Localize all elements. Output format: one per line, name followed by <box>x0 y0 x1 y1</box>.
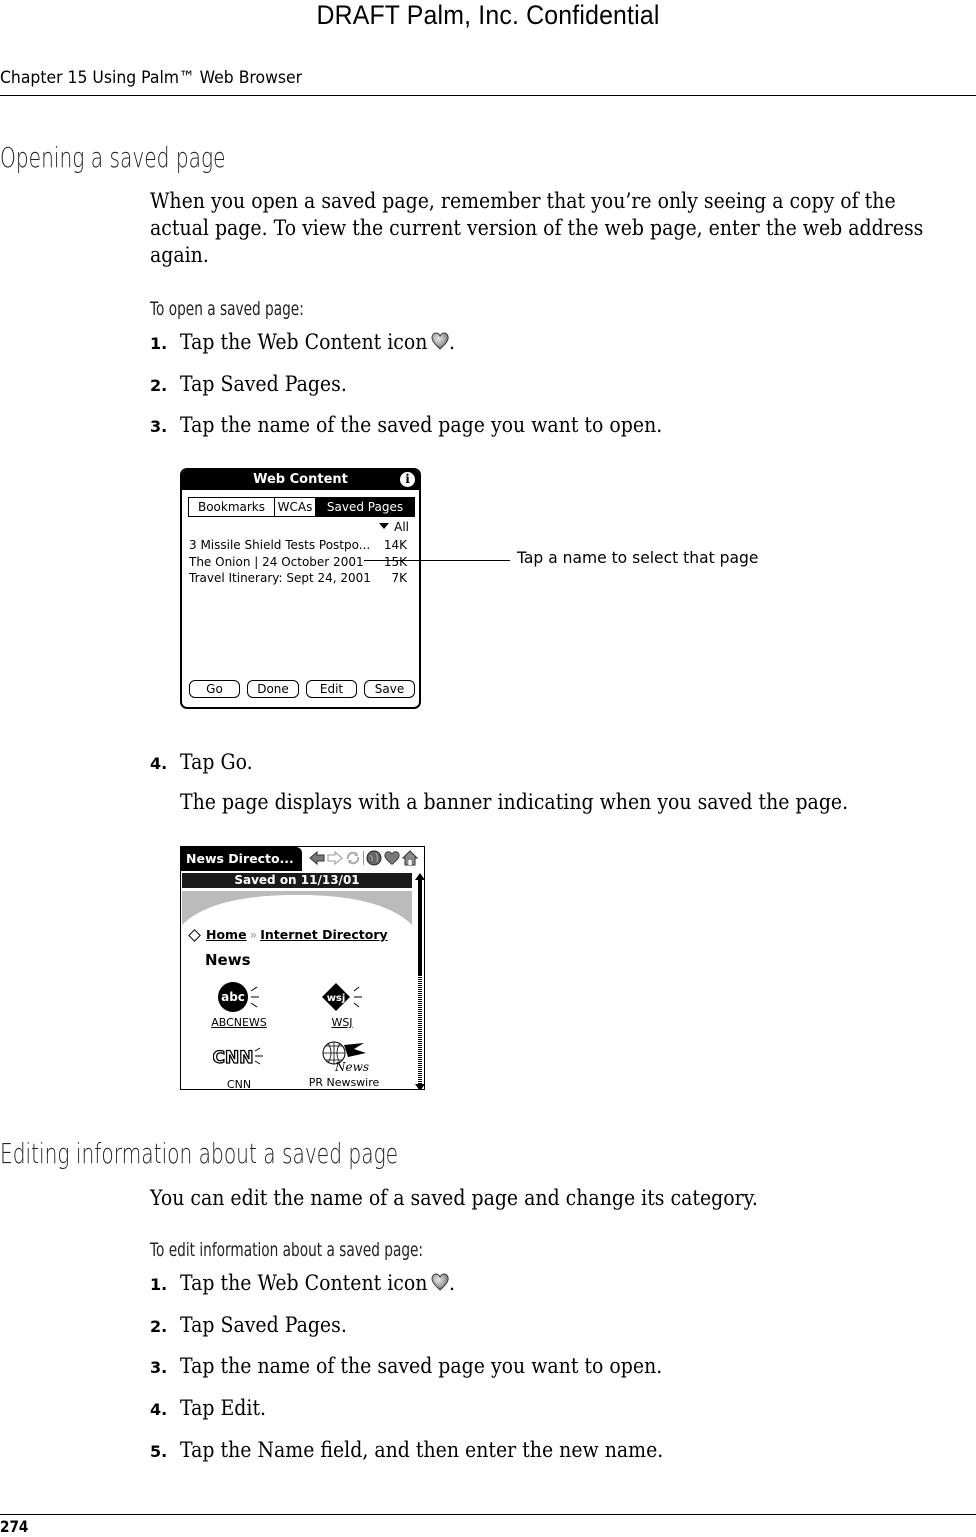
intro-line-3: again. <box>150 243 209 267</box>
web-content-heart-icon <box>431 332 449 350</box>
pr-newswire-link[interactable]: News PR Newswire <box>301 1039 387 1089</box>
screen-title: Web Content <box>182 470 419 490</box>
edit-step-2: 2. Tap Saved Pages. <box>150 1312 365 1340</box>
save-button[interactable]: Save <box>364 680 415 698</box>
open-step-2: 2. Tap Saved Pages. <box>150 371 365 399</box>
step-number: 3. <box>150 1358 168 1377</box>
intro-line-1: When you open a saved page, remember tha… <box>150 189 896 213</box>
list-item[interactable]: The Onion | 24 October 2001 15K <box>189 554 407 571</box>
forward-arrow-icon[interactable] <box>327 850 343 866</box>
go-button[interactable]: Go <box>189 680 240 698</box>
list-item[interactable]: Travel Itinerary: Sept 24, 2001 7K <box>189 570 407 587</box>
breadcrumb-internet-directory-link[interactable]: Internet Directory <box>260 927 387 943</box>
edit-step-5: 5. Tap the Name field, and then enter th… <box>150 1437 717 1465</box>
draft-watermark: DRAFT Palm, Inc. Confidential <box>316 0 660 30</box>
step-text: Tap the Web Content icon <box>180 1271 428 1295</box>
step-number: 2. <box>150 1317 168 1336</box>
saved-page-view-screen: News Directo... Saved on 11/13/01 Home »… <box>180 846 425 1090</box>
step-number: 3. <box>150 417 168 436</box>
step-text: Tap Saved Pages. <box>180 372 347 396</box>
tab-wcas[interactable]: WCAs <box>275 498 316 516</box>
scroll-down-arrow-icon[interactable] <box>415 1084 424 1089</box>
done-button[interactable]: Done <box>247 680 299 698</box>
globe-icon[interactable] <box>366 850 382 866</box>
open-step-3: 3. Tap the name of the saved page you wa… <box>150 412 716 440</box>
edit-step-3: 3. Tap the name of the saved page you wa… <box>150 1353 716 1381</box>
step-number: 1. <box>150 1275 168 1294</box>
scroll-track[interactable] <box>418 975 422 1085</box>
diamond-bullet-icon <box>188 928 201 942</box>
toolbar-divider <box>363 851 364 865</box>
editing-intro: You can edit the name of a saved page an… <box>150 1186 758 1210</box>
tab-bar: Bookmarks WCAs Saved Pages <box>188 497 415 517</box>
wsj-logo-icon: wsj <box>322 983 362 1011</box>
header-arc-graphic <box>182 891 412 931</box>
step-number: 2. <box>150 376 168 395</box>
abcnews-link[interactable]: abc ABCNEWS <box>209 981 269 1029</box>
breadcrumb-home-link[interactable]: Home <box>206 927 247 943</box>
section-heading-editing: Editing information about a saved page <box>0 1137 399 1170</box>
saved-pages-list: 3 Missile Shield Tests Postpo... 14K The … <box>189 537 407 587</box>
tab-saved-pages[interactable]: Saved Pages <box>316 498 414 516</box>
step-text: Tap the name of the saved page you want … <box>180 413 663 437</box>
news-heading: News <box>205 951 251 969</box>
svg-text:News: News <box>334 1060 369 1073</box>
back-arrow-icon[interactable] <box>309 850 325 866</box>
open-step-1: 1. Tap the Web Content icon. <box>150 329 486 357</box>
page-number: 274 <box>0 1517 29 1536</box>
intro-line-2: actual page. To view the current version… <box>150 216 924 240</box>
step-number: 4. <box>150 754 168 773</box>
section-heading-opening: Opening a saved page <box>0 141 226 174</box>
abc-logo-icon: abc <box>218 982 259 1012</box>
home-icon[interactable] <box>402 850 418 866</box>
pr-newswire-logo-icon: News <box>322 1041 369 1074</box>
callout-label: Tap a name to select that page <box>517 548 759 567</box>
scroll-thumb[interactable] <box>418 880 422 975</box>
step-text: Tap the name of the saved page you want … <box>180 1354 663 1378</box>
step-text: Tap the Web Content icon <box>180 330 428 354</box>
step-number: 4. <box>150 1400 168 1419</box>
dropdown-triangle-icon <box>379 523 390 529</box>
step-number: 5. <box>150 1442 168 1461</box>
svg-text:CNN: CNN <box>213 1048 253 1068</box>
wsj-link[interactable]: wsj WSJ <box>317 981 367 1029</box>
step-number: 1. <box>150 334 168 353</box>
svg-text:abc: abc <box>221 990 245 1004</box>
scrollbar[interactable] <box>415 873 424 1089</box>
web-content-screen: Web Content i Bookmarks WCAs Saved Pages… <box>180 468 421 709</box>
cnn-logo-icon: CNN <box>212 1047 263 1069</box>
callout-leader-line <box>364 560 510 561</box>
info-icon[interactable]: i <box>400 472 415 487</box>
header-rule <box>0 95 976 96</box>
chapter-header: Chapter 15 Using Palm™ Web Browser <box>0 68 303 88</box>
step-text: Tap the Name field, and then enter the n… <box>180 1438 664 1462</box>
page-title[interactable]: News Directo... <box>181 847 302 871</box>
refresh-icon[interactable] <box>345 850 361 866</box>
edit-button[interactable]: Edit <box>306 680 357 698</box>
step-text: Tap Saved Pages. <box>180 1313 347 1337</box>
saved-banner: Saved on 11/13/01 <box>182 873 412 888</box>
footer-rule <box>0 1514 976 1515</box>
tab-bookmarks[interactable]: Bookmarks <box>189 498 275 516</box>
browser-toolbar <box>309 850 418 866</box>
list-item[interactable]: 3 Missile Shield Tests Postpo... 14K <box>189 537 407 554</box>
breadcrumb: Home » Internet Directory <box>187 927 388 943</box>
procedure-title-edit: To edit information about a saved page: <box>150 1239 424 1261</box>
web-content-heart-icon <box>431 1273 449 1291</box>
step-text: Tap Edit. <box>180 1396 267 1420</box>
button-row: Go Done Edit Save <box>189 680 415 698</box>
heart-icon[interactable] <box>384 850 400 866</box>
svg-text:wsj: wsj <box>327 993 346 1004</box>
breadcrumb-separator: » <box>249 927 258 942</box>
step-4-note: The page displays with a banner indicati… <box>180 790 849 814</box>
cnn-link[interactable]: CNN CNN <box>211 1043 267 1089</box>
open-step-4: 4. Tap Go. <box>150 749 261 777</box>
category-picker[interactable]: All <box>379 520 409 535</box>
edit-step-1: 1. Tap the Web Content icon. <box>150 1270 486 1298</box>
edit-step-4: 4. Tap Edit. <box>150 1395 276 1423</box>
scroll-up-arrow-icon[interactable] <box>415 873 424 880</box>
step-text: Tap Go. <box>180 750 253 774</box>
procedure-title-open: To open a saved page: <box>150 298 304 320</box>
